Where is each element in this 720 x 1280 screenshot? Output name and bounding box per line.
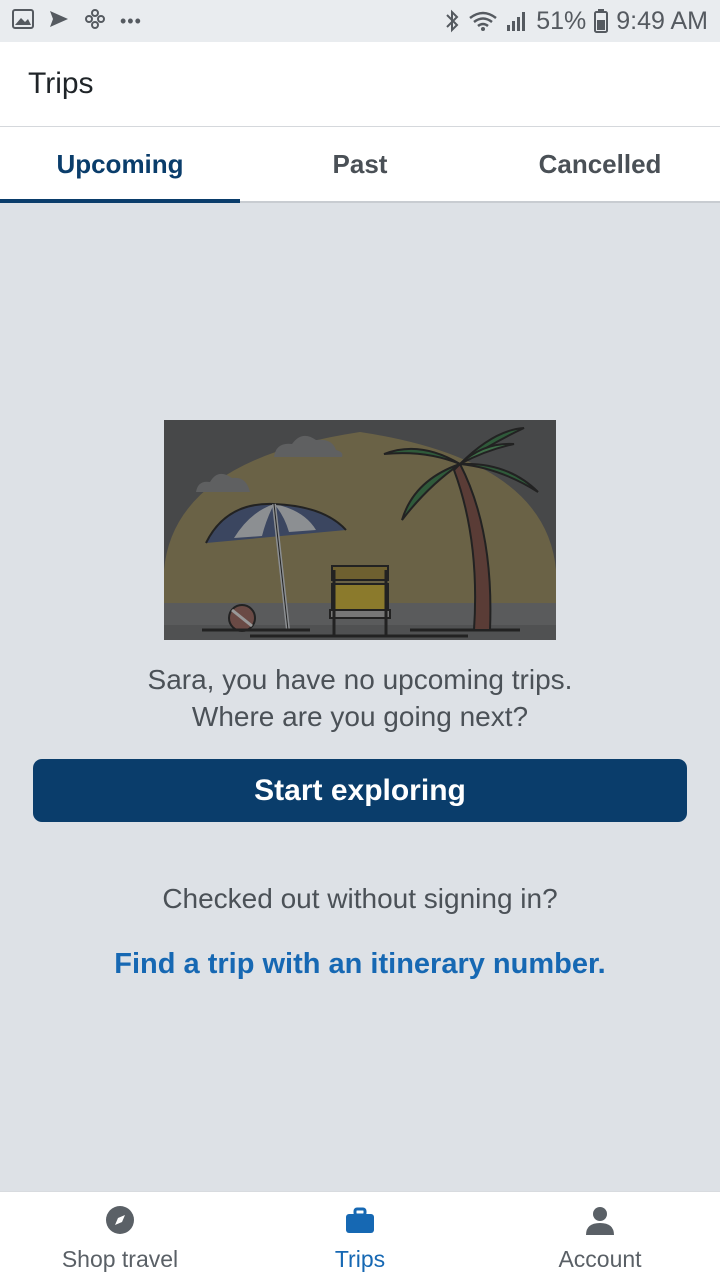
signin-question: Checked out without signing in?: [162, 883, 558, 914]
beach-illustration: [164, 420, 556, 640]
find-trip-link[interactable]: Find a trip with an itinerary number.: [0, 948, 720, 981]
trip-tabs: Upcoming Past Cancelled: [0, 127, 720, 203]
start-exploring-button[interactable]: Start exploring: [33, 759, 687, 822]
page-title: Trips: [28, 67, 94, 100]
status-bar: ••• 51% 9:49 AM: [0, 0, 720, 42]
app-bar: Trips: [0, 42, 720, 127]
empty-state-line2: Where are you going next?: [191, 701, 529, 732]
gallery-icon: [12, 8, 34, 34]
send-icon: [48, 9, 70, 34]
nav-label-trips: Trips: [334, 1246, 386, 1272]
overflow-dots: •••: [120, 10, 142, 31]
empty-state-line1: Sara, you have no upcoming trips.: [147, 664, 573, 695]
tab-past[interactable]: Past: [240, 127, 480, 201]
nav-account[interactable]: Account: [480, 1192, 720, 1280]
tab-cancelled[interactable]: Cancelled: [480, 127, 720, 201]
signal-icon: [506, 10, 528, 32]
compass-icon: [105, 1205, 135, 1240]
wifi-icon: [468, 10, 498, 32]
nav-trips[interactable]: Trips: [240, 1192, 480, 1280]
flower-icon: [84, 8, 106, 35]
bluetooth-icon: [444, 9, 460, 33]
nav-shop-travel[interactable]: Shop travel: [0, 1192, 240, 1280]
battery-percent: 51%: [536, 6, 587, 35]
nav-label-account: Account: [558, 1246, 642, 1272]
clock: 9:49 AM: [616, 6, 708, 35]
nav-label-shop-travel: Shop travel: [61, 1246, 179, 1272]
person-icon: [585, 1205, 615, 1240]
briefcase-icon: [345, 1205, 375, 1240]
tab-upcoming[interactable]: Upcoming: [0, 127, 240, 203]
bottom-nav: Shop travel Trips Account: [0, 1191, 720, 1280]
battery-icon: [594, 9, 609, 33]
